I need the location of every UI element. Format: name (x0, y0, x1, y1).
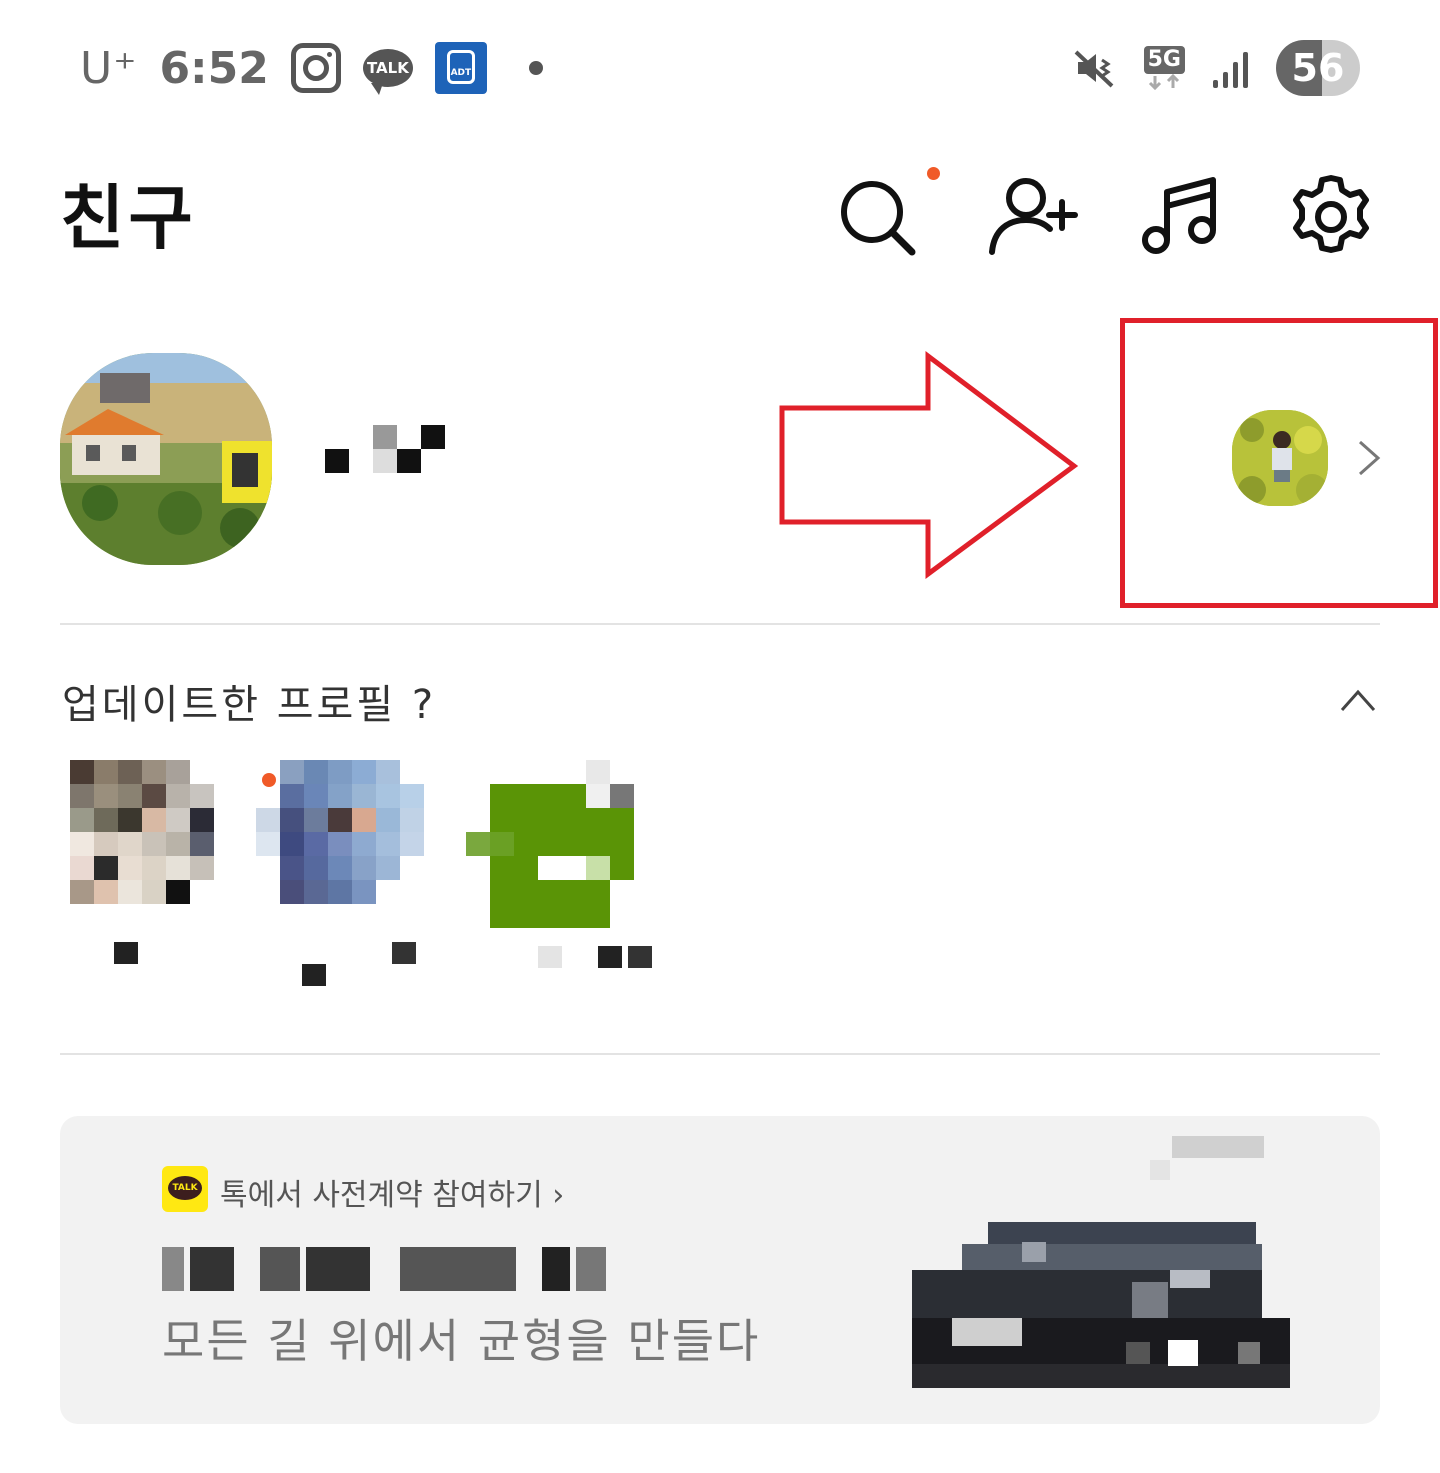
signal-icon (1213, 48, 1248, 88)
status-bar-right: 5G 56 (1072, 36, 1360, 100)
divider (60, 623, 1380, 625)
ad-slogan: 모든 길 위에서 균형을 만들다 (162, 1314, 761, 1368)
clock: 6:52 (159, 42, 269, 94)
chevron-right-icon[interactable] (1352, 438, 1388, 478)
updated-friend-item[interactable] (256, 760, 446, 986)
friend-avatar[interactable] (466, 760, 634, 928)
search-icon[interactable] (832, 172, 922, 262)
friend-name-obscured (538, 946, 656, 968)
notification-dot-icon (528, 61, 543, 75)
5g-icon: 5G (1143, 46, 1185, 90)
status-bar-left: U⁺ 6:52 TALK ADT (80, 36, 543, 100)
updated-friend-item[interactable] (466, 760, 656, 968)
friend-avatar[interactable] (256, 760, 424, 910)
page-title: 친구 (60, 177, 197, 259)
updated-profiles-title: 업데이트한 프로필 ? (62, 682, 437, 728)
my-profile-name-obscured (325, 425, 445, 473)
friend-name-obscured (114, 942, 260, 964)
ad-cta-link[interactable]: 톡에서 사전계약 참여하기 › (220, 1170, 564, 1214)
music-icon[interactable] (1136, 172, 1226, 262)
chevron-up-icon[interactable] (1338, 686, 1378, 714)
updated-friend-item[interactable] (70, 760, 260, 964)
ad-badge-label: TALK (168, 1176, 202, 1200)
kakaotalk-icon: TALK (362, 49, 413, 95)
ad-car-image (912, 1136, 1290, 1388)
friend-avatar[interactable] (70, 760, 220, 910)
profile-music-thumbnail[interactable] (1232, 410, 1328, 506)
battery-icon: 56 (1276, 40, 1360, 96)
instagram-icon (290, 43, 341, 93)
settings-icon[interactable] (1286, 172, 1376, 262)
adt-icon: ADT (434, 42, 487, 94)
kakaotalk-badge-icon: TALK (162, 1166, 208, 1212)
divider (60, 1053, 1380, 1055)
friend-name-obscured (302, 942, 446, 986)
carrier-label: U⁺ (80, 42, 138, 94)
add-friend-icon[interactable] (988, 172, 1078, 262)
annotation-arrow-icon (779, 350, 1079, 579)
ad-brand-name-obscured (162, 1247, 606, 1291)
search-badge-dot (927, 167, 940, 180)
mute-vibrate-icon (1074, 50, 1113, 88)
adt-label: ADT (450, 68, 472, 78)
network-label: 5G (1143, 46, 1185, 74)
my-profile-avatar[interactable] (60, 353, 272, 565)
